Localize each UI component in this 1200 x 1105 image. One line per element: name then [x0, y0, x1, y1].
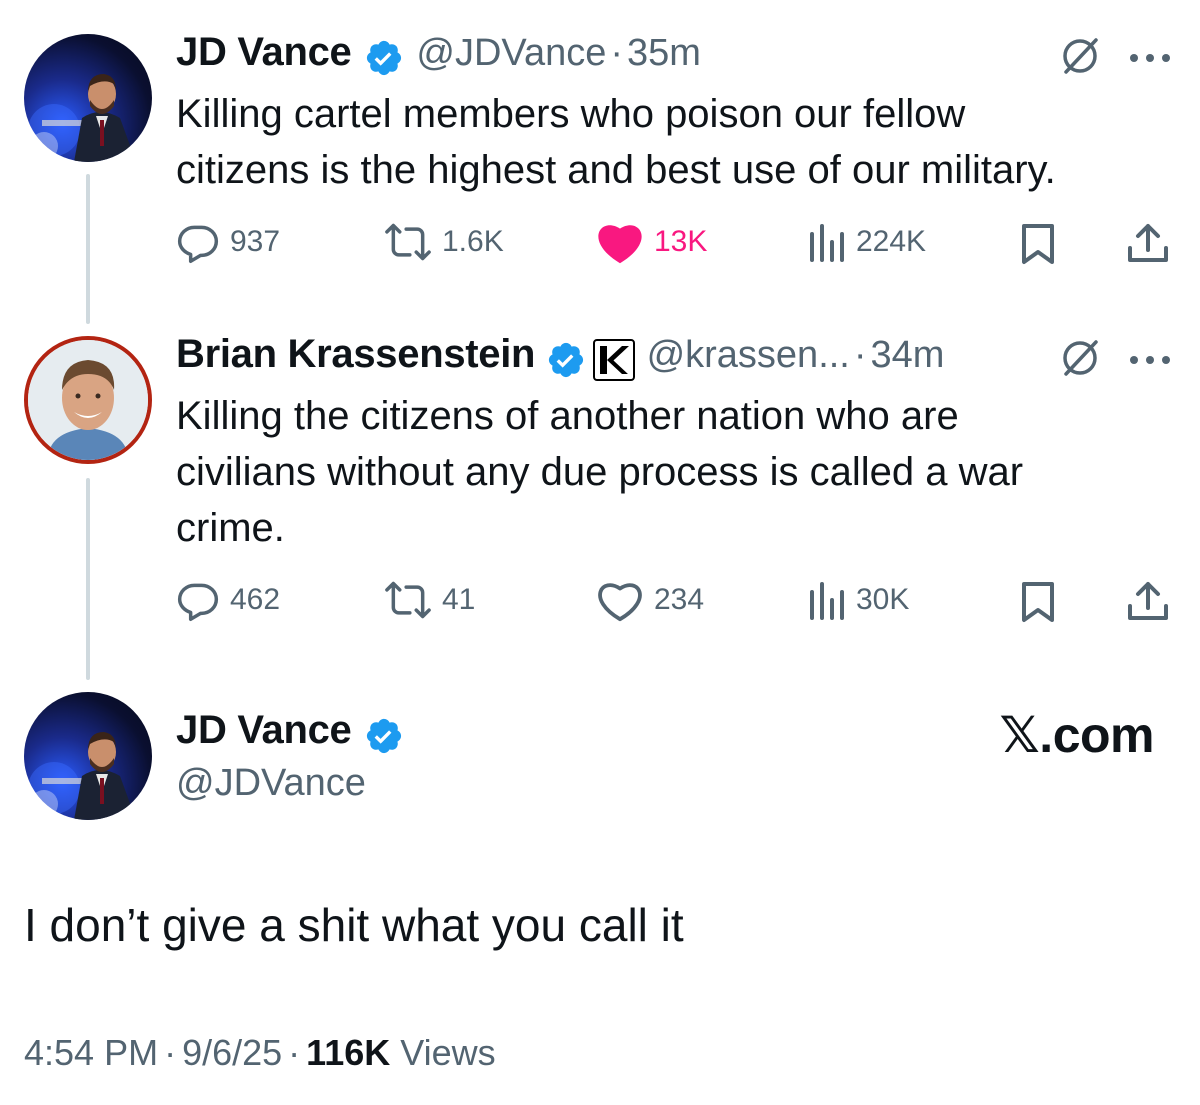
verified-badge-icon: [364, 716, 404, 761]
tweet-text: Killing the citizens of another nation w…: [176, 388, 1023, 556]
views-count: 30K: [856, 583, 910, 616]
views-button[interactable]: 30K: [806, 578, 909, 622]
separator: ·: [610, 32, 624, 74]
timestamp[interactable]: 35m: [627, 32, 701, 74]
reply-count: 937: [230, 225, 281, 258]
tweet-text-line: crime.: [176, 506, 285, 550]
more-icon[interactable]: [1128, 50, 1172, 68]
author-handle[interactable]: @JDVance: [176, 762, 366, 805]
heart-outline-icon: [598, 583, 642, 622]
tweet-header: Brian Krassenstein @krassen... · 34m: [176, 332, 944, 387]
views-icon: [810, 224, 844, 262]
separator: ·: [164, 1032, 177, 1073]
tweet-header: JD Vance @JDVance · 35m: [176, 30, 701, 83]
like-button[interactable]: 13K: [596, 220, 707, 264]
repost-count: 1.6K: [442, 225, 504, 258]
tweet-text-line: Killing the citizens of another nation w…: [176, 394, 959, 438]
post-time[interactable]: 4:54 PM: [24, 1032, 158, 1073]
like-count: 234: [654, 583, 705, 616]
tweet-text-line: citizens is the highest and best use of …: [176, 148, 1056, 192]
tweet-text-line: Killing cartel members who poison our fe…: [176, 92, 966, 136]
bookmark-icon[interactable]: [1018, 580, 1058, 629]
views-count: 224K: [856, 225, 927, 258]
tweet-text: I don’t give a shit what you call it: [24, 899, 684, 951]
separator: ·: [288, 1032, 301, 1073]
avatar[interactable]: [24, 34, 152, 162]
tweet-text: Killing cartel members who poison our fe…: [176, 86, 1056, 198]
bookmark-icon[interactable]: [1018, 222, 1058, 271]
thread-line: [86, 174, 90, 324]
author-handle[interactable]: @krassen...: [647, 334, 850, 376]
verified-badge-icon: [546, 340, 586, 385]
views-icon: [810, 582, 844, 620]
tweet-text-line: civilians without any due process is cal…: [176, 450, 1024, 494]
avatar[interactable]: [24, 336, 152, 464]
repost-button[interactable]: 1.6K: [384, 220, 504, 264]
repost-button[interactable]: 41: [384, 578, 475, 622]
heart-filled-icon: [598, 225, 642, 264]
timestamp[interactable]: 34m: [871, 334, 945, 376]
grok-icon[interactable]: [1058, 336, 1102, 385]
like-button[interactable]: 234: [596, 578, 704, 622]
author-name[interactable]: JD Vance: [176, 708, 352, 752]
more-icon[interactable]: [1128, 352, 1172, 370]
repost-count: 41: [442, 583, 476, 616]
views-label: Views: [400, 1032, 496, 1073]
share-icon[interactable]: [1126, 222, 1170, 271]
share-icon[interactable]: [1126, 580, 1170, 629]
reply-button[interactable]: 462: [176, 578, 280, 622]
affiliate-badge-icon: [592, 338, 636, 387]
separator: ·: [853, 334, 867, 376]
author-handle[interactable]: @JDVance: [416, 32, 606, 74]
author-name[interactable]: Brian Krassenstein: [176, 332, 536, 376]
reply-button[interactable]: 937: [176, 220, 280, 264]
brand-logo: 𝕏.com: [999, 707, 1155, 763]
reply-count: 462: [230, 583, 281, 616]
grok-icon[interactable]: [1058, 34, 1102, 83]
author-block: JD Vance: [176, 708, 404, 761]
reply-icon: [177, 225, 219, 263]
repost-icon: [385, 581, 431, 619]
avatar[interactable]: [24, 692, 152, 820]
thread-line: [86, 478, 90, 680]
tweet-meta: 4:54 PM · 9/6/25 · 116K Views: [24, 1032, 496, 1074]
author-name[interactable]: JD Vance: [176, 30, 352, 74]
like-count: 13K: [654, 225, 708, 258]
views-total: 116K: [306, 1032, 391, 1073]
post-date[interactable]: 9/6/25: [182, 1032, 282, 1073]
repost-icon: [385, 223, 431, 261]
verified-badge-icon: [364, 38, 404, 83]
views-button[interactable]: 224K: [806, 220, 926, 264]
reply-icon: [177, 583, 219, 621]
